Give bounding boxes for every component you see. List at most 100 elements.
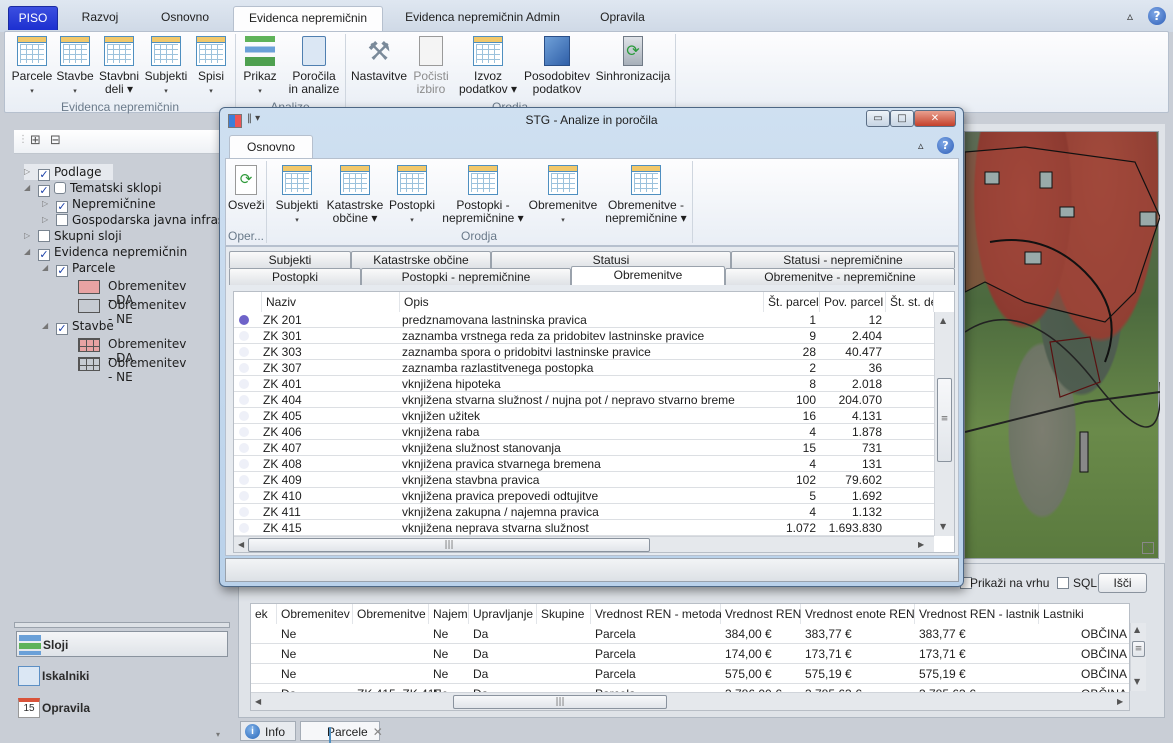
horizontal-scrollbar[interactable]: ◀ ||| ▶ (234, 536, 934, 552)
table-row[interactable]: ZK 411 vknjižena zakupna / najemna pravic… (234, 504, 934, 520)
obremenitve-report-button[interactable]: Obremenitve ▾ (528, 165, 598, 227)
view-tab-obremenitve-nepremicnine[interactable]: Obremenitve - nepremičnine (725, 268, 955, 285)
katastrske-obcine-report-button[interactable]: Katastrske občine ▾ (326, 165, 384, 225)
nav-splitter[interactable] (14, 622, 230, 628)
layer-node-gospodarska-javna-infrastruktura[interactable]: ▷Gospodarska javna infrastruktura (42, 212, 220, 228)
column-header[interactable]: Lastniki (1039, 604, 1129, 624)
table-row[interactable]: ZK 201 predznamovana lastninska pravica 1 1… (234, 312, 934, 328)
search-button[interactable]: Išči (1098, 573, 1147, 593)
layer-node-parcele[interactable]: ◢ ✓ Parcele (42, 260, 115, 277)
column-header[interactable]: Skupine (537, 604, 591, 624)
tab-piso[interactable]: PISO (8, 6, 58, 30)
column-header-opis[interactable]: Opis (400, 292, 764, 312)
ribbon-collapse-icon[interactable]: ▵ (1127, 9, 1133, 23)
table-row[interactable]: ZK 409 vknjižena stavbna pravica 102 79.602 (234, 472, 934, 488)
osvezi-button[interactable]: ⟳ Osveži (228, 165, 265, 212)
checkbox[interactable] (56, 214, 68, 226)
scroll-down-icon[interactable]: ▼ (940, 522, 946, 531)
obremenitve-nepremicnine-report-button[interactable]: Obremenitve - nepremičnine ▾ (604, 165, 688, 225)
layer-node-tematski-sklopi[interactable]: ◢ ✓ Tematski sklopi (24, 180, 162, 197)
table-row[interactable]: ZK 307 zaznamba razlastitvenega postopka 2… (234, 360, 934, 376)
column-header[interactable]: Obremenitev (277, 604, 353, 624)
table-row[interactable]: Ne Ne Da Parcela 384,00 € 383,77 € 383,77 € OBČ… (251, 624, 1129, 644)
checkbox[interactable]: ✓ (56, 265, 68, 277)
map-resize-icon[interactable]: ⤡ (1142, 542, 1154, 554)
horizontal-scrollbar[interactable]: ◀ ||| ▶ (251, 692, 1129, 710)
scrollbar-thumb[interactable]: ||| (248, 538, 650, 552)
sinhronizacija-button[interactable]: ⟳ Sinhronizacija (595, 36, 671, 83)
view-tab-subjekti[interactable]: Subjekti (229, 251, 351, 268)
nastavitve-button[interactable]: ⚒ Nastavitve (351, 36, 407, 83)
table-row[interactable]: ZK 410 vknjižena pravica prepovedi odtuji… (234, 488, 934, 504)
tab-opravila[interactable]: Opravila (585, 6, 660, 32)
nav-item-iskalniki[interactable]: Iskalniki (16, 663, 228, 689)
close-tab-icon[interactable]: ✕ (373, 725, 383, 739)
scroll-up-icon[interactable]: ▲ (940, 316, 946, 325)
vertical-scrollbar[interactable]: ▲ ≡ ▼ (1130, 623, 1146, 691)
layer-node-stavbe[interactable]: ◢ ✓ Stavbe (42, 318, 114, 335)
table-row[interactable]: ZK 415 vknjižena neprava stvarna služnost… (234, 520, 934, 536)
scroll-left-icon[interactable]: ◀ (255, 697, 261, 706)
column-header-st-st-delov[interactable]: Št. st. de (886, 292, 934, 312)
view-tab-statusi-nepremicnine[interactable]: Statusi - nepremičnine (731, 251, 955, 268)
vertical-scrollbar[interactable]: ▲ ≡ ▼ (934, 312, 954, 536)
izvoz-podatkov-button[interactable]: Izvoz podatkov ▾ (457, 36, 519, 96)
parcele-button[interactable]: Parcele ▾ (9, 36, 55, 98)
nav-item-sloji[interactable]: Sloji (16, 631, 228, 657)
tab-osnovno[interactable]: Osnovno (229, 135, 313, 160)
stavbe-button[interactable]: Stavbe ▾ (55, 36, 95, 98)
scroll-right-icon[interactable]: ▶ (918, 540, 924, 549)
scrollbar-thumb[interactable]: ≡ (1132, 641, 1145, 657)
posodobitev-podatkov-button[interactable]: Posodobitev podatkov (523, 36, 591, 96)
table-row[interactable]: ZK 407 vknjižena služnost stanovanja 15 731 (234, 440, 934, 456)
maximize-button[interactable]: □ (890, 110, 914, 127)
scroll-down-icon[interactable]: ▼ (1134, 677, 1140, 686)
layer-node-nepremicnine[interactable]: ▷ ✓ Nepremičnine (42, 196, 156, 213)
column-header[interactable]: Obremenitve (353, 604, 429, 624)
sql-checkbox[interactable] (1057, 577, 1069, 589)
postopki-nepremicnine-report-button[interactable]: Postopki - nepremičnine ▾ (442, 165, 524, 225)
tab-evidenca-nepremicnin[interactable]: Evidenca nepremičnin (233, 6, 383, 32)
group-toggle[interactable] (54, 182, 66, 194)
layer-node-skupni-sloji[interactable]: ▷ Skupni sloji (24, 228, 122, 244)
subjekti-button[interactable]: Subjekti ▾ (143, 36, 189, 98)
tab-parcele[interactable]: Parcele ✕ (300, 721, 383, 743)
scrollbar-thumb[interactable]: ||| (453, 695, 667, 709)
table-row[interactable]: Ne Ne Da Parcela 174,00 € 173,71 € 173,71 € OBČ… (251, 644, 1129, 664)
column-header-st-parcel[interactable]: Št. parcel (764, 292, 820, 312)
prikaz-button[interactable]: Prikaz ▾ (241, 36, 279, 98)
collapse-all-icon[interactable]: ⊟ (50, 133, 61, 148)
column-header[interactable]: Upravljanje (469, 604, 537, 624)
help-icon[interactable]: ? (937, 137, 954, 154)
table-row[interactable]: ZK 301 zaznamba vrstnega reda za pridobit… (234, 328, 934, 344)
table-row[interactable]: ZK 408 vknjižena pravica stvarnega bremen… (234, 456, 934, 472)
help-icon[interactable]: ? (1148, 7, 1166, 25)
ribbon-collapse-icon[interactable]: ▵ (918, 139, 924, 152)
stavbni-deli-button[interactable]: Stavbni deli ▾ (97, 36, 141, 96)
column-header-pov-parcel[interactable]: Pov. parcel (820, 292, 886, 312)
postopki-report-button[interactable]: Postopki ▾ (388, 165, 436, 227)
minimize-button[interactable]: ▭ (866, 110, 890, 127)
table-row[interactable]: ZK 405 vknjižen užitek 16 4.131 (234, 408, 934, 424)
view-tab-postopki[interactable]: Postopki (229, 268, 361, 285)
tab-evidenca-nepremicnin-admin[interactable]: Evidenca nepremičnin Admin (395, 6, 570, 32)
subjekti-report-button[interactable]: Subjekti ▾ (274, 165, 320, 227)
spisi-button[interactable]: Spisi ▾ (193, 36, 229, 98)
tab-info[interactable]: i Info (240, 721, 296, 741)
porocila-in-analize-button[interactable]: Poročila in analize (287, 36, 341, 96)
layer-node-evidenca-nepremicnin[interactable]: ◢ ✓ Evidenca nepremičnin (24, 244, 187, 261)
column-header[interactable]: Vrednost REN - metoda (591, 604, 722, 624)
expand-all-icon[interactable]: ⊞ (30, 133, 41, 148)
nav-item-opravila[interactable]: 15 Opravila (16, 695, 228, 721)
column-header[interactable]: ek (251, 604, 277, 624)
scrollbar-thumb[interactable]: ≡ (937, 378, 952, 462)
nav-overflow-chevron-icon[interactable]: ▾ (216, 730, 220, 739)
table-row[interactable]: ZK 404 vknjižena stvarna služnost / nujna… (234, 392, 934, 408)
tab-razvoj[interactable]: Razvoj (70, 6, 130, 32)
close-button[interactable]: ✕ (914, 110, 956, 127)
map-view[interactable]: ⤡ (964, 131, 1160, 559)
scroll-right-icon[interactable]: ▶ (1117, 697, 1123, 706)
view-tab-katastrske-obcine[interactable]: Katastrske občine (351, 251, 491, 268)
tab-osnovno[interactable]: Osnovno (145, 6, 225, 32)
scroll-left-icon[interactable]: ◀ (238, 540, 244, 549)
